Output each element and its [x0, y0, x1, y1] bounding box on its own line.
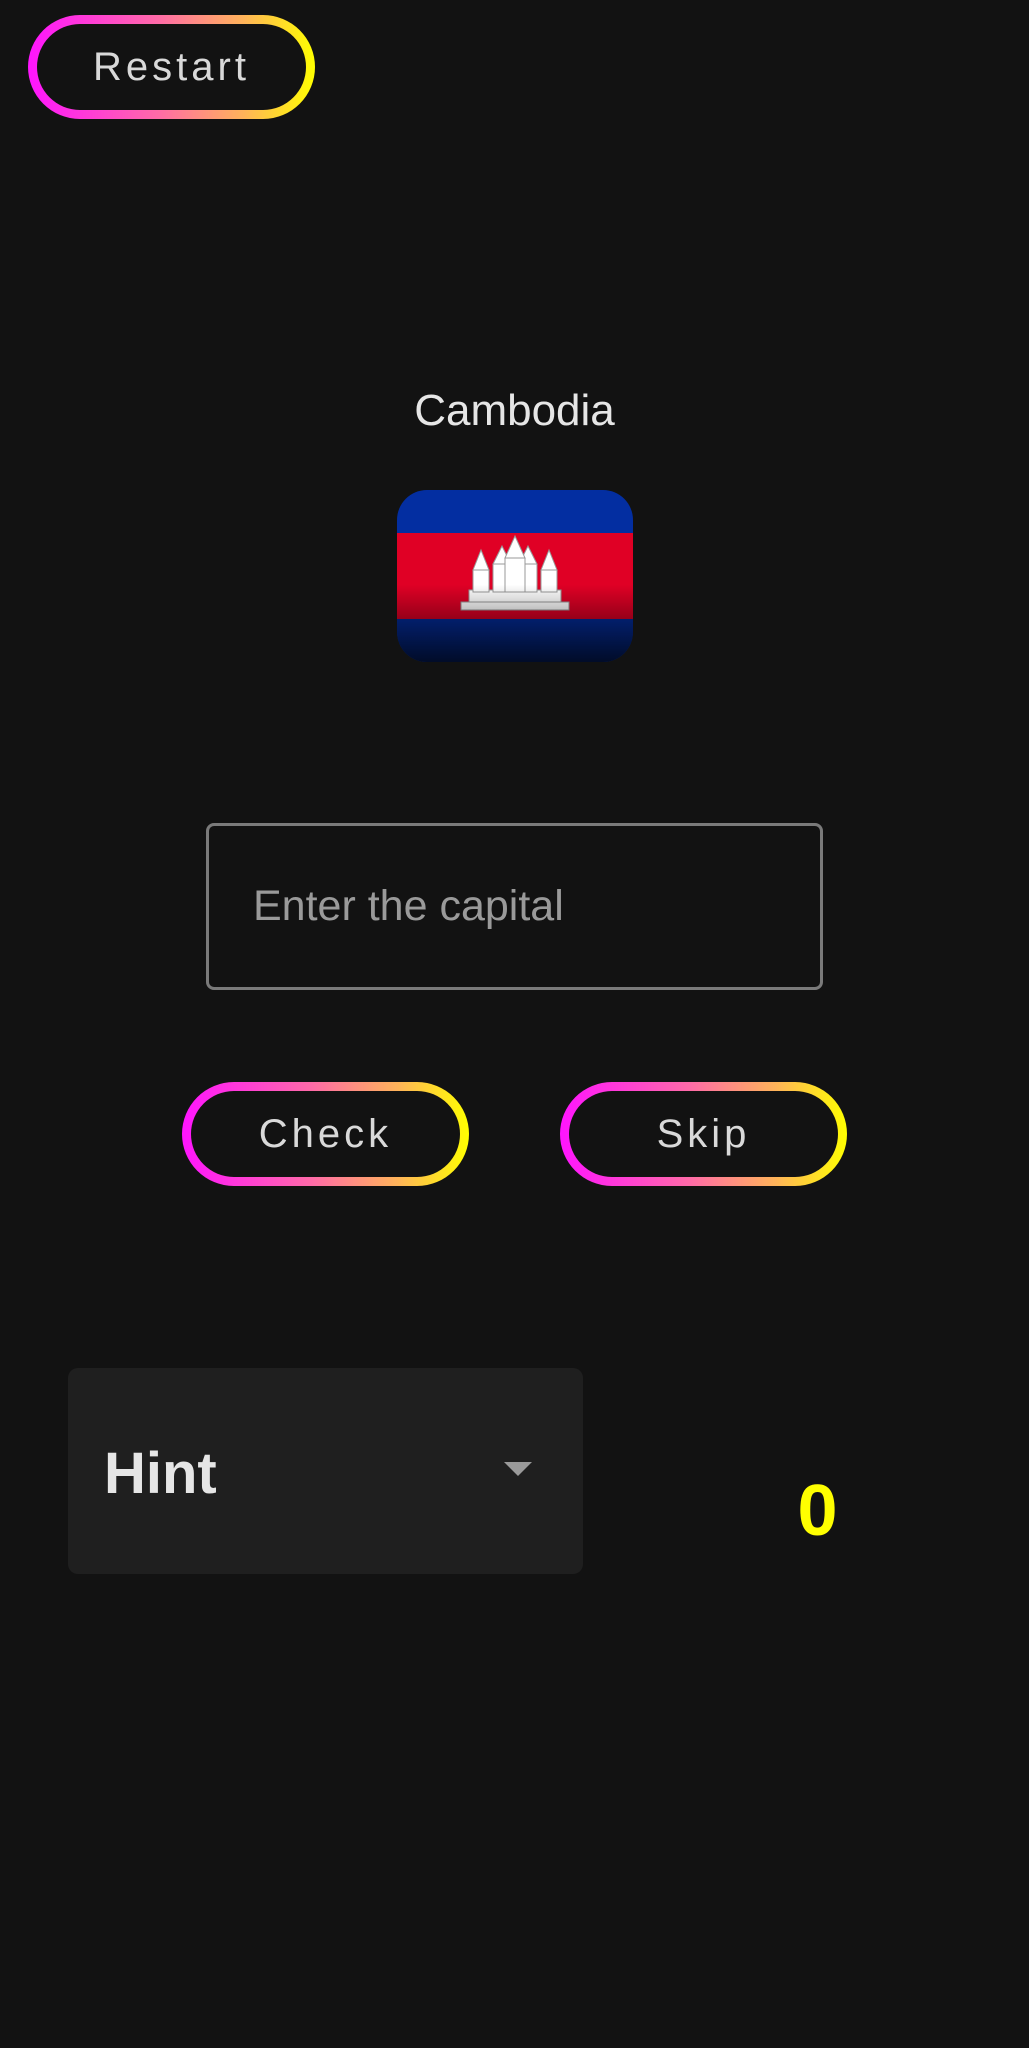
- country-name: Cambodia: [414, 386, 615, 435]
- capital-field[interactable]: [206, 823, 823, 990]
- hint-label: Hint: [104, 1441, 217, 1506]
- skip-button[interactable]: Skip: [560, 1082, 847, 1186]
- check-button[interactable]: Check: [182, 1082, 469, 1186]
- restart-button-label: Restart: [37, 24, 306, 110]
- check-button-label: Check: [191, 1091, 460, 1177]
- hint-dropdown[interactable]: Hint: [68, 1368, 583, 1574]
- score-counter: 0: [797, 1471, 838, 1551]
- skip-button-label: Skip: [569, 1091, 838, 1177]
- chevron-down-icon: [504, 1462, 532, 1476]
- cambodia-flag-icon: [397, 490, 633, 662]
- restart-button[interactable]: Restart: [28, 15, 315, 119]
- capital-input[interactable]: [209, 826, 820, 987]
